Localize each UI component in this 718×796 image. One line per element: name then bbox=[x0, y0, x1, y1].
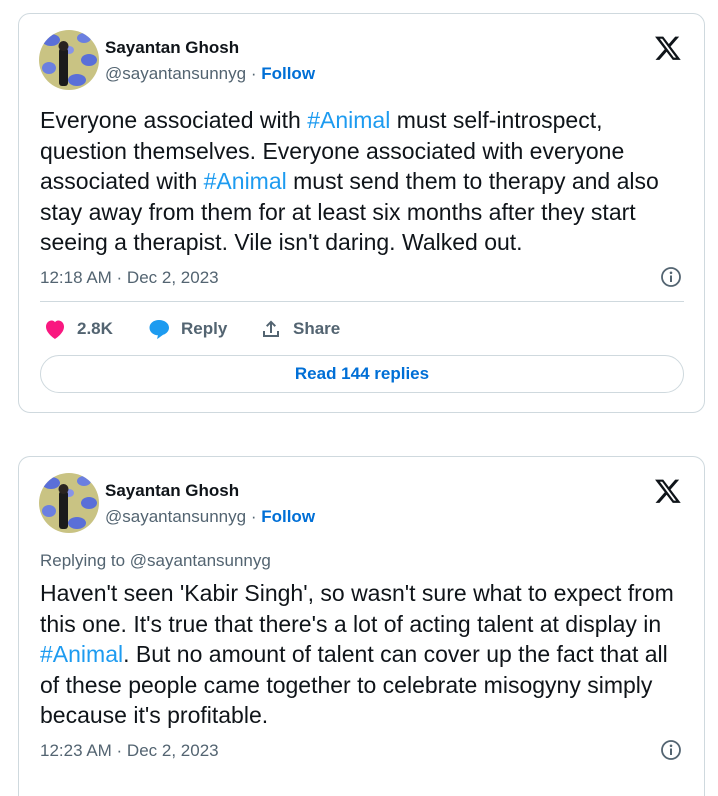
author-handle[interactable]: @sayantansunnyg bbox=[105, 64, 246, 83]
tweet-text: Haven't seen 'Kabir Singh', so wasn't su… bbox=[40, 578, 684, 731]
timestamp[interactable]: 12:18 AM · Dec 2, 2023 bbox=[40, 268, 219, 288]
timestamp[interactable]: 12:23 AM · Dec 2, 2023 bbox=[40, 741, 219, 761]
x-logo-icon[interactable] bbox=[654, 34, 682, 62]
like-count: 2.8K bbox=[77, 319, 113, 338]
read-replies-button[interactable]: Read 144 replies bbox=[40, 355, 684, 393]
avatar-image bbox=[39, 473, 99, 533]
tweet-text-part: Haven't seen 'Kabir Singh', so wasn't su… bbox=[40, 580, 674, 637]
author-handle[interactable]: @sayantansunnyg bbox=[105, 507, 246, 526]
share-upload-icon bbox=[263, 320, 279, 337]
follow-button[interactable]: Follow bbox=[261, 507, 315, 526]
tweet-text: Everyone associated with #Animal must se… bbox=[40, 105, 684, 258]
avatar-image bbox=[39, 30, 99, 90]
tweet-card-1: Sayantan Ghosh @sayantansunnyg · Follow … bbox=[18, 13, 705, 413]
author-name[interactable]: Sayantan Ghosh bbox=[105, 481, 239, 501]
hashtag-link[interactable]: #Animal bbox=[307, 107, 390, 133]
author-name[interactable]: Sayantan Ghosh bbox=[105, 38, 239, 58]
hashtag-link[interactable]: #Animal bbox=[40, 641, 123, 667]
reply-bubble-icon bbox=[149, 320, 169, 340]
follow-button[interactable]: Follow bbox=[261, 64, 315, 83]
x-logo-icon[interactable] bbox=[654, 477, 682, 505]
replying-to[interactable]: Replying to @sayantansunnyg bbox=[40, 551, 271, 571]
separator-dot: · bbox=[250, 64, 257, 83]
avatar[interactable] bbox=[39, 30, 99, 90]
tweet-card-2: Sayantan Ghosh @sayantansunnyg · Follow … bbox=[18, 456, 705, 796]
info-icon[interactable] bbox=[660, 739, 682, 761]
hashtag-link[interactable]: #Animal bbox=[204, 168, 287, 194]
share-label: Share bbox=[293, 319, 341, 338]
divider bbox=[40, 301, 684, 302]
tweet-text-part: . But no amount of talent can cover up t… bbox=[40, 641, 668, 728]
info-icon[interactable] bbox=[660, 266, 682, 288]
avatar[interactable] bbox=[39, 473, 99, 533]
handle-line: @sayantansunnyg · Follow bbox=[105, 64, 315, 84]
reply-label: Reply bbox=[181, 319, 228, 338]
heart-icon bbox=[46, 320, 64, 339]
like-button[interactable]: 2.8K bbox=[43, 317, 113, 341]
handle-line: @sayantansunnyg · Follow bbox=[105, 507, 315, 527]
share-button[interactable]: Share bbox=[259, 317, 340, 341]
separator-dot: · bbox=[250, 507, 257, 526]
tweet-text-part: Everyone associated with bbox=[40, 107, 308, 133]
reply-button[interactable]: Reply bbox=[147, 317, 227, 341]
